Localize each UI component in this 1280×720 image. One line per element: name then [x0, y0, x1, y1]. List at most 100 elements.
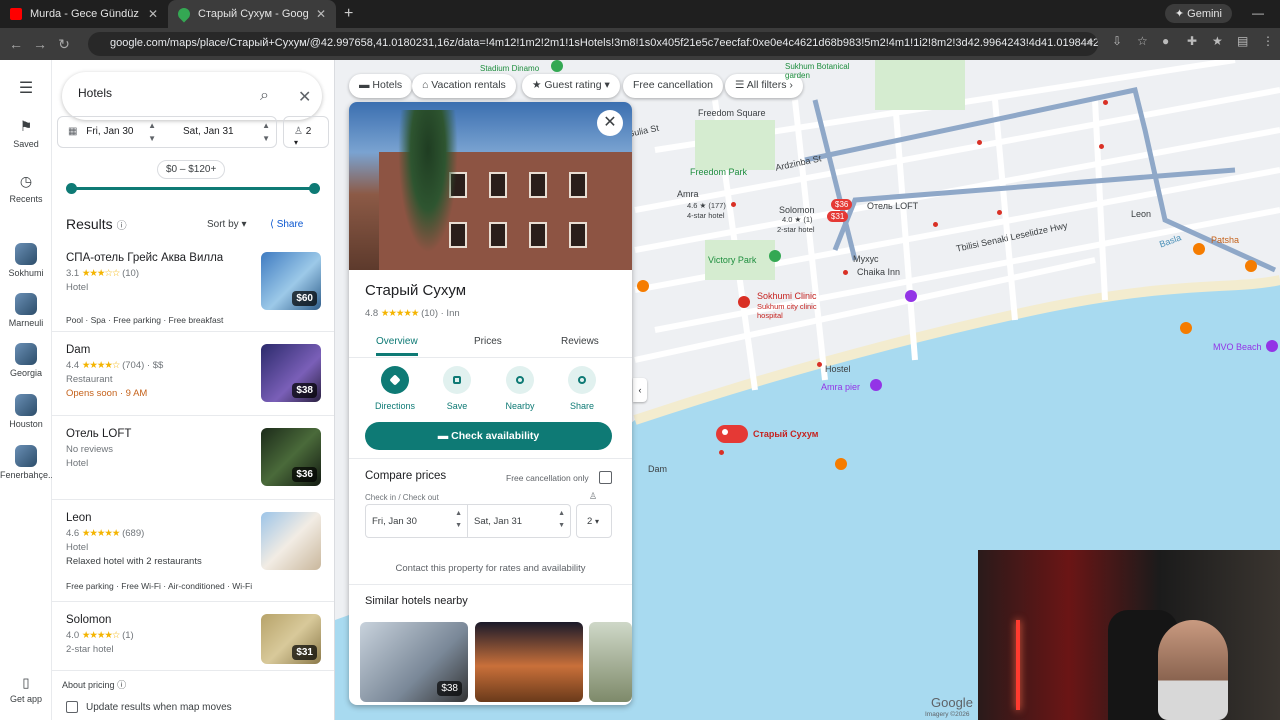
filter-chip-vacation-rentals[interactable]: ⌂ Vacation rentals — [412, 74, 516, 98]
slider-min-handle[interactable] — [66, 183, 77, 194]
info-icon[interactable]: ⓘ — [117, 221, 127, 232]
price-pin[interactable]: $31 — [827, 211, 849, 222]
url-field[interactable]: google.com/maps/place/Старый+Сухум/@42.9… — [88, 32, 1098, 56]
list-item[interactable]: Отель LOFT No reviews Hotel $36 — [52, 416, 334, 500]
landmark-icon[interactable] — [905, 290, 917, 302]
slider-max-handle[interactable] — [309, 183, 320, 194]
park-icon[interactable] — [769, 250, 781, 262]
guests-select[interactable]: ♙ 2 ▾ — [283, 116, 329, 148]
hotel-dot[interactable] — [1099, 144, 1104, 149]
about-pricing-link[interactable]: About pricing ⓘ — [62, 678, 126, 691]
bookmark-icon[interactable]: ★ — [1212, 34, 1224, 48]
back-icon[interactable]: ← — [4, 36, 28, 52]
hotel-thumbnail[interactable]: $36 — [261, 428, 321, 486]
restaurant-icon[interactable] — [1193, 243, 1205, 255]
restaurant-icon[interactable] — [1180, 322, 1192, 334]
checkout-field[interactable]: Sat, Jan 31 ▲ ▼ — [468, 504, 571, 538]
close-icon[interactable]: ✕ — [148, 7, 158, 21]
share-results-button[interactable]: ⟨ Share — [270, 219, 303, 230]
install-icon[interactable]: ⇩ — [1112, 34, 1124, 48]
rail-recent-place[interactable]: Georgia — [0, 343, 52, 378]
hotel-thumbnail[interactable]: $38 — [261, 344, 321, 402]
hotel-thumbnail[interactable]: $60 — [261, 252, 321, 310]
close-icon[interactable]: ✕ — [316, 7, 326, 21]
share-button[interactable]: Share — [554, 366, 610, 411]
tab-youtube[interactable]: Murda - Gece Gündüz ft. M ✕ — [0, 0, 168, 28]
restaurant-icon[interactable] — [637, 280, 649, 292]
hotel-dot[interactable] — [1103, 100, 1108, 105]
extensions-icon[interactable]: ✚ — [1187, 34, 1199, 48]
rail-recent-place[interactable]: Houston — [0, 394, 52, 429]
profile-icon[interactable]: ● — [1162, 34, 1174, 48]
checkin-field[interactable]: Fri, Jan 30 ▲ ▼ — [365, 504, 468, 538]
close-button[interactable]: ✕ — [597, 110, 623, 136]
close-icon[interactable]: ✕ — [298, 87, 311, 107]
date-stepper-icon[interactable]: ▲ ▼ — [148, 119, 156, 145]
filter-chip-hotels[interactable]: ▬ Hotels — [349, 74, 413, 98]
hotel-dot[interactable] — [731, 202, 736, 207]
guests-field[interactable]: 2 ▾ — [576, 504, 612, 538]
tab-google-maps[interactable]: Старый Сухум - Google Maps ✕ — [168, 0, 336, 28]
stadium-icon[interactable] — [551, 60, 563, 72]
similar-hotel-card[interactable]: $38 — [360, 622, 468, 702]
checkin-date[interactable]: Fri, Jan 30 — [86, 126, 133, 137]
gemini-button[interactable]: ✦ Gemini — [1164, 4, 1232, 23]
date-stepper-icon[interactable]: ▲ ▼ — [558, 508, 565, 532]
rail-recent-place[interactable]: Sokhumi — [0, 243, 52, 278]
free-cancellation-checkbox[interactable] — [599, 471, 612, 484]
hospital-icon[interactable] — [738, 296, 750, 308]
hotel-dot[interactable] — [719, 450, 724, 455]
star-icon[interactable]: ☆ — [1137, 34, 1149, 48]
list-item[interactable]: Dam 4.4 ★★★★☆ (704) · $$ Restaurant Open… — [52, 332, 334, 416]
sidepanel-icon[interactable]: ▤ — [1237, 34, 1249, 48]
menu-button[interactable]: ☰ — [0, 78, 52, 98]
minimize-icon[interactable]: — — [1252, 6, 1264, 20]
date-range[interactable]: ▦ Fri, Jan 30 Sat, Jan 31 ▲ ▼ ▲ ▼ — [57, 116, 277, 148]
rail-recent-place[interactable]: Fenerbahçe... — [0, 445, 56, 480]
hotel-dot[interactable] — [977, 140, 982, 145]
restaurant-icon[interactable] — [1245, 260, 1257, 272]
update-checkbox[interactable] — [66, 701, 78, 713]
filter-chip-guest-rating[interactable]: ★ Guest rating ▾ — [522, 74, 620, 98]
rail-recents[interactable]: ◷ Recents — [0, 173, 52, 204]
list-item[interactable]: Solomon 4.0 ★★★★☆ (1) 2-star hotel $31 — [52, 602, 334, 672]
hotel-dot[interactable] — [817, 362, 822, 367]
tab-prices[interactable]: Prices — [474, 336, 502, 347]
search-icon[interactable]: ⌕ — [260, 87, 269, 105]
similar-hotel-card[interactable] — [589, 622, 632, 702]
similar-hotel-card[interactable] — [475, 622, 583, 702]
hotel-dot[interactable] — [843, 270, 848, 275]
rail-get-app[interactable]: ▯ Get app — [0, 675, 52, 704]
tab-overview[interactable]: Overview — [376, 336, 418, 356]
search-input[interactable] — [78, 86, 248, 100]
rail-saved[interactable]: ⚑ Saved — [0, 118, 52, 149]
rail-recent-place[interactable]: Marneuli — [0, 293, 52, 328]
place-photo[interactable] — [349, 102, 632, 270]
checkout-date[interactable]: Sat, Jan 31 — [183, 126, 234, 137]
hotel-dot[interactable] — [997, 210, 1002, 215]
forward-icon[interactable]: → — [28, 36, 52, 52]
selected-hotel-pin[interactable] — [716, 425, 748, 443]
save-button[interactable]: Save — [429, 366, 485, 411]
hotel-thumbnail[interactable]: $31 — [261, 614, 321, 664]
tab-reviews[interactable]: Reviews — [561, 336, 599, 347]
date-stepper-icon[interactable]: ▲ ▼ — [455, 508, 462, 532]
nearby-button[interactable]: Nearby — [492, 366, 548, 411]
sort-button[interactable]: Sort by ▾ — [207, 219, 247, 230]
reload-icon[interactable]: ↻ — [52, 36, 76, 53]
directions-button[interactable]: Directions — [367, 366, 423, 411]
date-stepper-icon[interactable]: ▲ ▼ — [262, 119, 270, 145]
new-tab-button[interactable]: + — [344, 5, 353, 23]
location-icon[interactable]: ⌖ — [1087, 34, 1099, 48]
price-pin[interactable]: $36 — [831, 199, 853, 210]
list-item[interactable]: Leon 4.6 ★★★★★ (689) Hotel Relaxed hotel… — [52, 500, 334, 602]
landmark-icon[interactable] — [870, 379, 882, 391]
menu-icon[interactable]: ⋮ — [1262, 34, 1274, 48]
hotel-thumbnail[interactable] — [261, 512, 321, 570]
list-item[interactable]: СПА-отель Грейс Аква Вилла 3.1 ★★★☆☆ (10… — [52, 240, 334, 332]
price-slider[interactable] — [66, 183, 320, 194]
review-count[interactable]: (10) · Inn — [421, 308, 460, 319]
beach-icon[interactable] — [1266, 340, 1278, 352]
check-availability-button[interactable]: ▬ Check availability — [365, 422, 612, 450]
collapse-panel-button[interactable]: ‹ — [633, 378, 647, 402]
